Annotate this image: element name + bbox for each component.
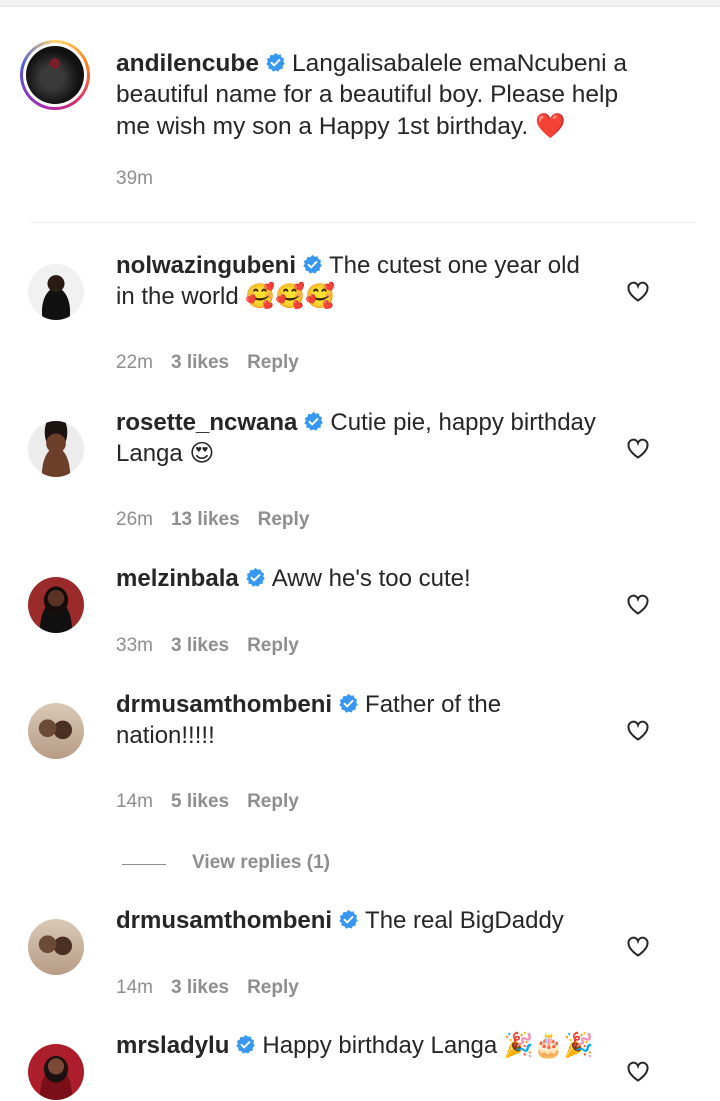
smiling-hearts-emoji: 🥰🥰🥰 <box>245 282 336 310</box>
comment-timestamp: 14m <box>116 791 153 812</box>
likes-count[interactable]: 3 likes <box>171 635 229 656</box>
comment-text: Happy birthday Langa <box>262 1032 498 1059</box>
comment-timestamp: 14m <box>116 977 153 998</box>
avatar <box>26 46 84 104</box>
comment-text: Aww he's too cute! <box>271 565 471 592</box>
avatar[interactable] <box>28 421 84 477</box>
comment-meta: 14m 3 likes Reply <box>116 977 317 999</box>
heart-outline-icon[interactable] <box>626 935 650 957</box>
comment-body: drmusamthombeni The real BigDaddy <box>116 905 596 936</box>
comment-meta: 14m 5 likes Reply <box>116 791 317 813</box>
comment-body: mrsladylu Happy birthday Langa 🎉🎂🎉 <box>116 1030 596 1061</box>
divider <box>30 222 696 223</box>
heart-outline-icon[interactable] <box>626 719 650 741</box>
username-link[interactable]: andilencube <box>116 50 259 77</box>
comment-text: The real BigDaddy <box>365 907 564 934</box>
username-link[interactable]: rosette_ncwana <box>116 409 297 436</box>
reply-button[interactable]: Reply <box>247 977 299 998</box>
verified-badge-icon <box>303 254 322 274</box>
heart-outline-icon[interactable] <box>626 280 650 302</box>
comment-timestamp: 22m <box>116 352 153 373</box>
verified-badge-icon <box>339 909 358 929</box>
avatar[interactable] <box>28 264 84 320</box>
verified-badge-icon <box>339 693 358 713</box>
heart-outline-icon[interactable] <box>626 1060 650 1082</box>
view-replies-button[interactable]: View replies (1) <box>122 852 422 878</box>
caption-timestamp: 39m <box>116 168 153 189</box>
avatar[interactable] <box>28 1044 84 1100</box>
reply-button[interactable]: Reply <box>247 352 299 373</box>
likes-count[interactable]: 3 likes <box>171 352 229 373</box>
heart-eyes-emoji: 😍 <box>189 439 215 467</box>
reply-button[interactable]: Reply <box>258 509 310 530</box>
likes-count[interactable]: 5 likes <box>171 791 229 812</box>
comment-timestamp: 26m <box>116 509 153 530</box>
story-ring-avatar[interactable] <box>20 40 90 110</box>
heart-outline-icon[interactable] <box>626 593 650 615</box>
comment-body: rosette_ncwana Cutie pie, happy birthday … <box>116 407 596 469</box>
party-cake-emoji: 🎉🎂🎉 <box>503 1031 594 1059</box>
heart-outline-icon[interactable] <box>626 437 650 459</box>
top-edge <box>0 0 720 7</box>
comment-meta: 26m 13 likes Reply <box>116 509 327 531</box>
likes-count[interactable]: 3 likes <box>171 977 229 998</box>
verified-badge-icon <box>236 1034 256 1054</box>
view-replies-line <box>122 864 166 865</box>
username-link[interactable]: melzinbala <box>116 565 239 592</box>
username-link[interactable]: drmusamthombeni <box>116 691 332 718</box>
comment-body: melzinbala Aww he's too cute! <box>116 563 596 594</box>
comment-body: nolwazingubeni The cutest one year old in… <box>116 250 596 312</box>
reply-button[interactable]: Reply <box>247 791 299 812</box>
avatar[interactable] <box>28 919 84 975</box>
avatar[interactable] <box>28 577 84 633</box>
likes-count[interactable]: 13 likes <box>171 509 240 530</box>
verified-badge-icon <box>304 411 324 431</box>
username-link[interactable]: drmusamthombeni <box>116 907 332 934</box>
comment-timestamp: 33m <box>116 635 153 656</box>
caption-text-block: andilencube Langalisabalele emaNcubeni a … <box>116 48 656 142</box>
avatar[interactable] <box>28 703 84 759</box>
comment-body: drmusamthombeni Father of the nation!!!!! <box>116 689 596 751</box>
username-link[interactable]: mrsladylu <box>116 1032 229 1059</box>
comment-meta: 33m 3 likes Reply <box>116 635 317 657</box>
comment-meta: 22m 3 likes Reply <box>116 352 317 374</box>
view-replies-label: View replies (1) <box>192 852 330 873</box>
verified-badge-icon <box>245 567 265 587</box>
red-heart-emoji: ❤️ <box>534 111 566 140</box>
reply-button[interactable]: Reply <box>247 635 299 656</box>
post-caption: andilencube Langalisabalele emaNcubeni a … <box>0 36 720 206</box>
verified-badge-icon <box>266 52 285 72</box>
username-link[interactable]: nolwazingubeni <box>116 252 296 279</box>
